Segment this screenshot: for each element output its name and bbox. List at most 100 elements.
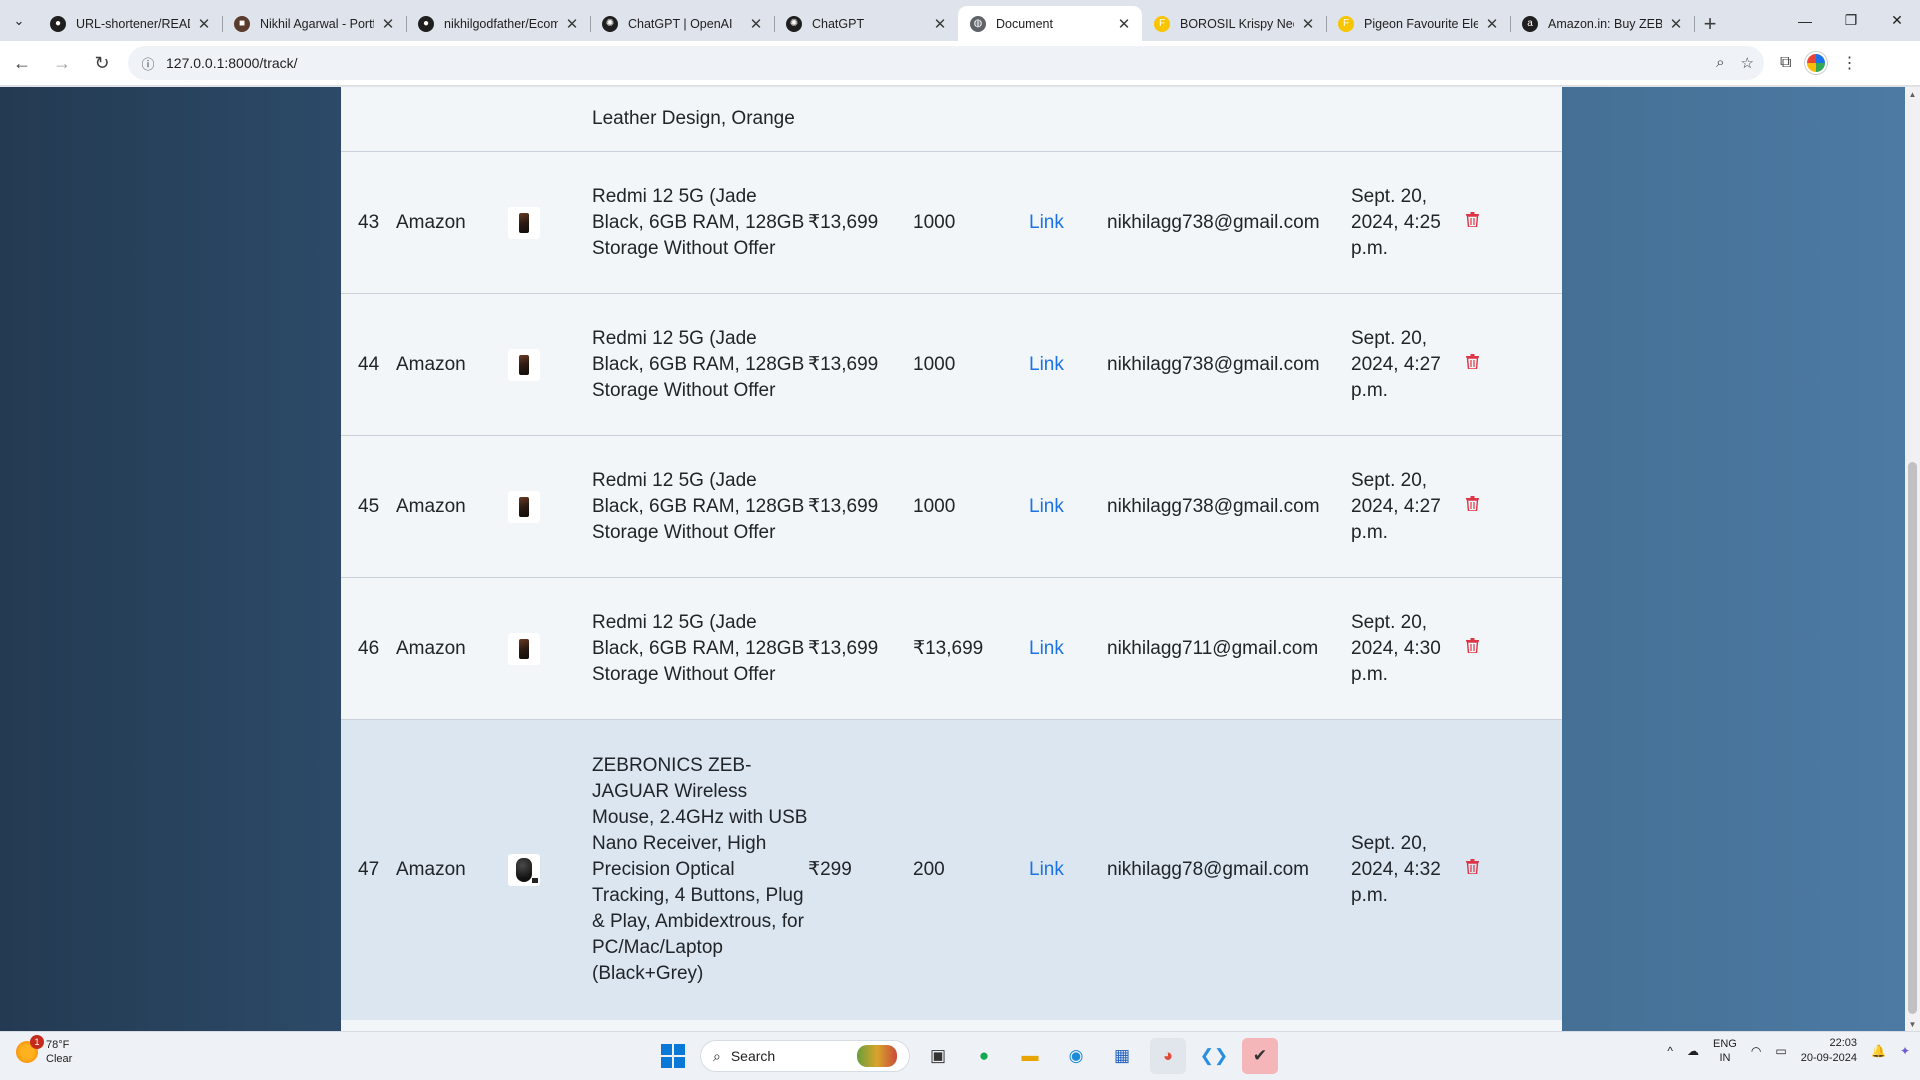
product-link-cell: Link	[1029, 578, 1107, 720]
tracking-table-card: Leather Design, Orange 43 Amazon Redmi 12 …	[341, 87, 1562, 1031]
delete-cell	[1466, 152, 1562, 294]
tab-close-icon[interactable]: ✕	[196, 15, 212, 33]
tab-5[interactable]: ◍ Document ✕	[958, 6, 1142, 41]
bookmark-star-icon[interactable]: ☆	[1741, 54, 1754, 72]
tab-close-icon[interactable]: ✕	[1484, 15, 1500, 33]
tab-3[interactable]: ✺ ChatGPT | OpenAI ✕	[590, 6, 775, 41]
trash-icon[interactable]	[1466, 495, 1480, 512]
user-email: nikhilagg738@gmail.com	[1107, 495, 1320, 517]
product-link[interactable]: Link	[1029, 859, 1064, 880]
row-id: 43	[358, 211, 380, 233]
trash-icon[interactable]	[1466, 858, 1480, 875]
phone-thumbnail	[508, 206, 540, 239]
openai-icon: ✺	[786, 15, 802, 32]
task-view-icon[interactable]: ▣	[920, 1038, 956, 1074]
product-link[interactable]: Link	[1029, 212, 1064, 233]
weather-temp: 78°F	[46, 1039, 70, 1051]
minimize-button[interactable]: —	[1782, 0, 1828, 41]
language-indicator[interactable]: ENG IN	[1713, 1037, 1737, 1065]
trash-icon[interactable]	[1466, 211, 1480, 228]
delete-cell	[1466, 294, 1562, 436]
mongodb-compass-icon[interactable]: ●	[966, 1038, 1002, 1074]
product-link[interactable]: Link	[1029, 638, 1064, 659]
scrollbar-thumb[interactable]	[1908, 462, 1917, 1014]
page-scrollbar[interactable]: ▲ ▼	[1905, 87, 1920, 1031]
product-image-cell	[508, 720, 592, 1020]
site-info-icon[interactable]: ⓘ	[138, 53, 158, 73]
profile-avatar[interactable]	[1805, 52, 1828, 74]
trash-icon[interactable]	[1466, 353, 1480, 370]
restore-button[interactable]: ❐	[1828, 0, 1874, 41]
product-link[interactable]: Link	[1029, 496, 1064, 517]
product-name: ZEBRONICS ZEB-JAGUAR Wireless Mouse, 2.4…	[592, 754, 808, 984]
copilot-icon[interactable]: ✦	[1900, 1044, 1910, 1058]
address-bar[interactable]: ⓘ 127.0.0.1:8000/track/ ⌕ ☆	[128, 46, 1764, 80]
chrome-icon[interactable]: ◕	[1150, 1038, 1186, 1074]
onedrive-icon[interactable]: ☁	[1687, 1044, 1699, 1058]
scroll-up-arrow[interactable]: ▲	[1905, 87, 1920, 101]
wifi-icon[interactable]: ◠	[1751, 1044, 1761, 1058]
forward-button[interactable]: →	[44, 45, 80, 81]
delete-cell	[1466, 436, 1562, 578]
tab-6[interactable]: F BOROSIL Krispy Neo ✕	[1142, 6, 1327, 41]
close-window-button[interactable]: ✕	[1874, 0, 1920, 41]
reload-button[interactable]: ↻	[84, 45, 120, 81]
new-tab-button[interactable]: +	[1694, 6, 1726, 41]
clock-time: 22:03	[1829, 1037, 1857, 1049]
trash-icon[interactable]	[1466, 637, 1480, 654]
github-icon: ●	[50, 15, 66, 32]
current-price: ₹299	[808, 858, 852, 880]
vscode-icon[interactable]: ❮❯	[1196, 1038, 1232, 1074]
tab-close-icon[interactable]: ✕	[1300, 15, 1316, 33]
phone-thumbnail	[508, 490, 540, 523]
tab-close-icon[interactable]: ✕	[1116, 15, 1132, 33]
tab-close-icon[interactable]: ✕	[1668, 15, 1684, 33]
clock[interactable]: 22:03 20-09-2024	[1801, 1036, 1857, 1066]
battery-icon[interactable]: ▭	[1775, 1044, 1786, 1058]
tab-8[interactable]: a Amazon.in: Buy ZEBR ✕	[1510, 6, 1695, 41]
tab-0[interactable]: ● URL-shortener/READM ✕	[38, 6, 223, 41]
table-row: 45 Amazon Redmi 12 5G (Jade Black, 6GB RAM…	[341, 435, 1562, 578]
start-button[interactable]	[656, 1039, 690, 1073]
row-id: 46	[358, 637, 380, 659]
taskbar-search[interactable]: ⌕ Search	[700, 1040, 910, 1072]
microsoft-store-icon[interactable]: ▦	[1104, 1038, 1140, 1074]
tab-title: Pigeon Favourite Elec	[1364, 16, 1478, 31]
back-button[interactable]: ←	[4, 45, 40, 81]
notification-badge: 1	[30, 1035, 44, 1049]
tab-close-icon[interactable]: ✕	[380, 15, 396, 33]
tab-search-button[interactable]: ⌄	[0, 0, 38, 41]
system-tray: ^ ☁ ENG IN ◠ ▭ 22:03 20-09-2024 🔔 ✦	[1667, 1036, 1910, 1066]
tab-close-icon[interactable]: ✕	[748, 15, 764, 33]
extensions-icon[interactable]: ⧉	[1780, 54, 1791, 72]
delete-cell	[1466, 578, 1562, 720]
tab-title: Amazon.in: Buy ZEBR	[1548, 16, 1662, 31]
tab-2[interactable]: ● nikhilgodfather/Ecom ✕	[406, 6, 591, 41]
table-row: 43 Amazon Redmi 12 5G (Jade Black, 6GB RAM…	[341, 151, 1562, 294]
tab-4[interactable]: ✺ ChatGPT ✕	[774, 6, 959, 41]
tab-close-icon[interactable]: ✕	[932, 15, 948, 33]
url-text[interactable]: 127.0.0.1:8000/track/	[166, 55, 298, 71]
product-link[interactable]: Link	[1029, 354, 1064, 375]
phone-thumbnail	[508, 632, 540, 665]
show-hidden-icons-icon[interactable]: ^	[1667, 1044, 1673, 1058]
edge-browser-icon[interactable]: ◉	[1058, 1038, 1094, 1074]
scroll-down-arrow[interactable]: ▼	[1905, 1017, 1920, 1031]
zoom-icon[interactable]: ⌕	[1716, 54, 1724, 72]
notifications-bell-icon[interactable]: 🔔	[1871, 1044, 1886, 1058]
norton-icon[interactable]: ✔	[1242, 1038, 1278, 1074]
weather-widget[interactable]: 1 78°F Clear	[16, 1035, 72, 1066]
openai-icon: ✺	[602, 15, 618, 32]
user-email: nikhilagg738@gmail.com	[1107, 211, 1320, 233]
tab-close-icon[interactable]: ✕	[564, 15, 580, 33]
tab-7[interactable]: F Pigeon Favourite Elec ✕	[1326, 6, 1511, 41]
tab-1[interactable]: ■ Nikhil Agarwal - Portf ✕	[222, 6, 407, 41]
tab-title: ChatGPT | OpenAI	[628, 16, 733, 31]
table-row: 44 Amazon Redmi 12 5G (Jade Black, 6GB RAM…	[341, 293, 1562, 436]
tab-title: BOROSIL Krispy Neo	[1180, 16, 1294, 31]
menu-icon[interactable]: ⋮	[1841, 53, 1857, 73]
tab-title: Document	[996, 16, 1053, 31]
created-date: Sept. 20, 2024, 4:25 p.m.	[1351, 185, 1441, 259]
store-name: Amazon	[396, 211, 466, 233]
file-explorer-icon[interactable]: ▬	[1012, 1038, 1048, 1074]
